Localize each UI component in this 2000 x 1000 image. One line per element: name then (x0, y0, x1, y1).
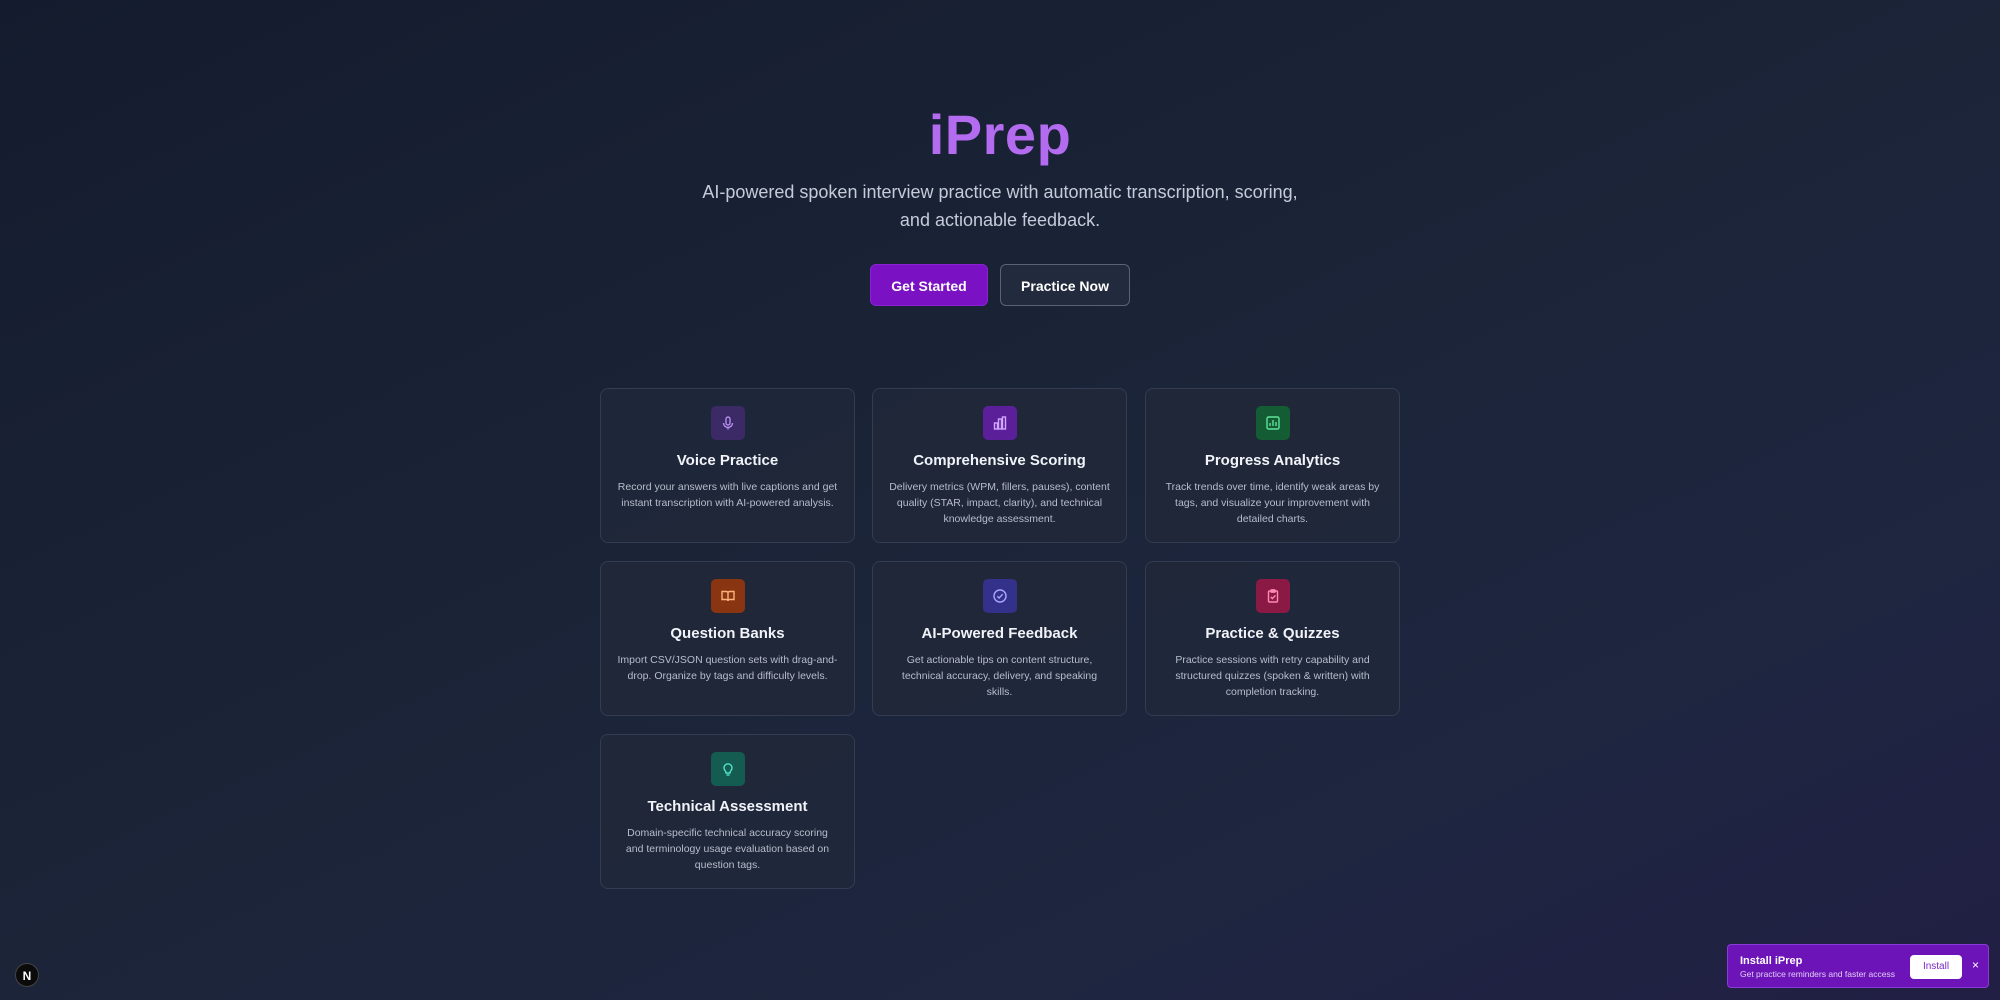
feature-description: Get actionable tips on content structure… (901, 654, 1098, 698)
feature-description: Import CSV/JSON question sets with drag-… (617, 654, 838, 682)
feature-title: AI-Powered Feedback (921, 625, 1078, 642)
page-title: iPrep (928, 103, 1072, 166)
install-button[interactable]: Install (1910, 955, 1962, 979)
feature-card-voice-practice: Voice Practice Record your answers with … (600, 388, 855, 543)
check-circle-icon (983, 579, 1017, 613)
feature-title: Comprehensive Scoring (913, 452, 1086, 469)
feature-card-technical-assessment: Technical Assessment Domain-specific tec… (600, 734, 855, 889)
feature-title: Question Banks (670, 625, 785, 642)
feature-card-question-banks: Question Banks Import CSV/JSON question … (600, 561, 855, 716)
feature-description: Delivery metrics (WPM, fillers, pauses),… (889, 481, 1110, 525)
feature-title: Technical Assessment (647, 798, 808, 815)
nextjs-badge-icon[interactable]: N (15, 963, 39, 987)
feature-card-comprehensive-scoring: Comprehensive Scoring Delivery metrics (… (872, 388, 1127, 543)
page-subtitle: AI-powered spoken interview practice wit… (702, 182, 1298, 230)
feature-title: Progress Analytics (1204, 452, 1341, 469)
feature-description: Practice sessions with retry capability … (1175, 654, 1370, 698)
lightbulb-icon (711, 752, 745, 786)
feature-title: Practice & Quizzes (1205, 625, 1340, 642)
close-icon[interactable]: × (1972, 958, 1979, 972)
install-subtitle: Get practice reminders and faster access (1740, 969, 1895, 979)
install-banner: Install iPrep Get practice reminders and… (1727, 944, 1989, 988)
feature-description: Track trends over time, identify weak ar… (1165, 481, 1380, 525)
analytics-icon (1256, 406, 1290, 440)
feature-description: Record your answers with live captions a… (617, 481, 838, 509)
get-started-button[interactable]: Get Started (870, 264, 988, 306)
feature-card-ai-powered-feedback: AI-Powered Feedback Get actionable tips … (872, 561, 1127, 716)
book-icon (711, 579, 745, 613)
feature-card-practice-quizzes: Practice & Quizzes Practice sessions wit… (1145, 561, 1400, 716)
install-title: Install iPrep (1740, 955, 1803, 967)
feature-description: Domain-specific technical accuracy scori… (625, 827, 830, 871)
feature-card-progress-analytics: Progress Analytics Track trends over tim… (1145, 388, 1400, 543)
microphone-icon (711, 406, 745, 440)
feature-title: Voice Practice (676, 452, 779, 469)
practice-now-button[interactable]: Practice Now (1000, 264, 1130, 306)
bar-chart-icon (983, 406, 1017, 440)
clipboard-check-icon (1256, 579, 1290, 613)
